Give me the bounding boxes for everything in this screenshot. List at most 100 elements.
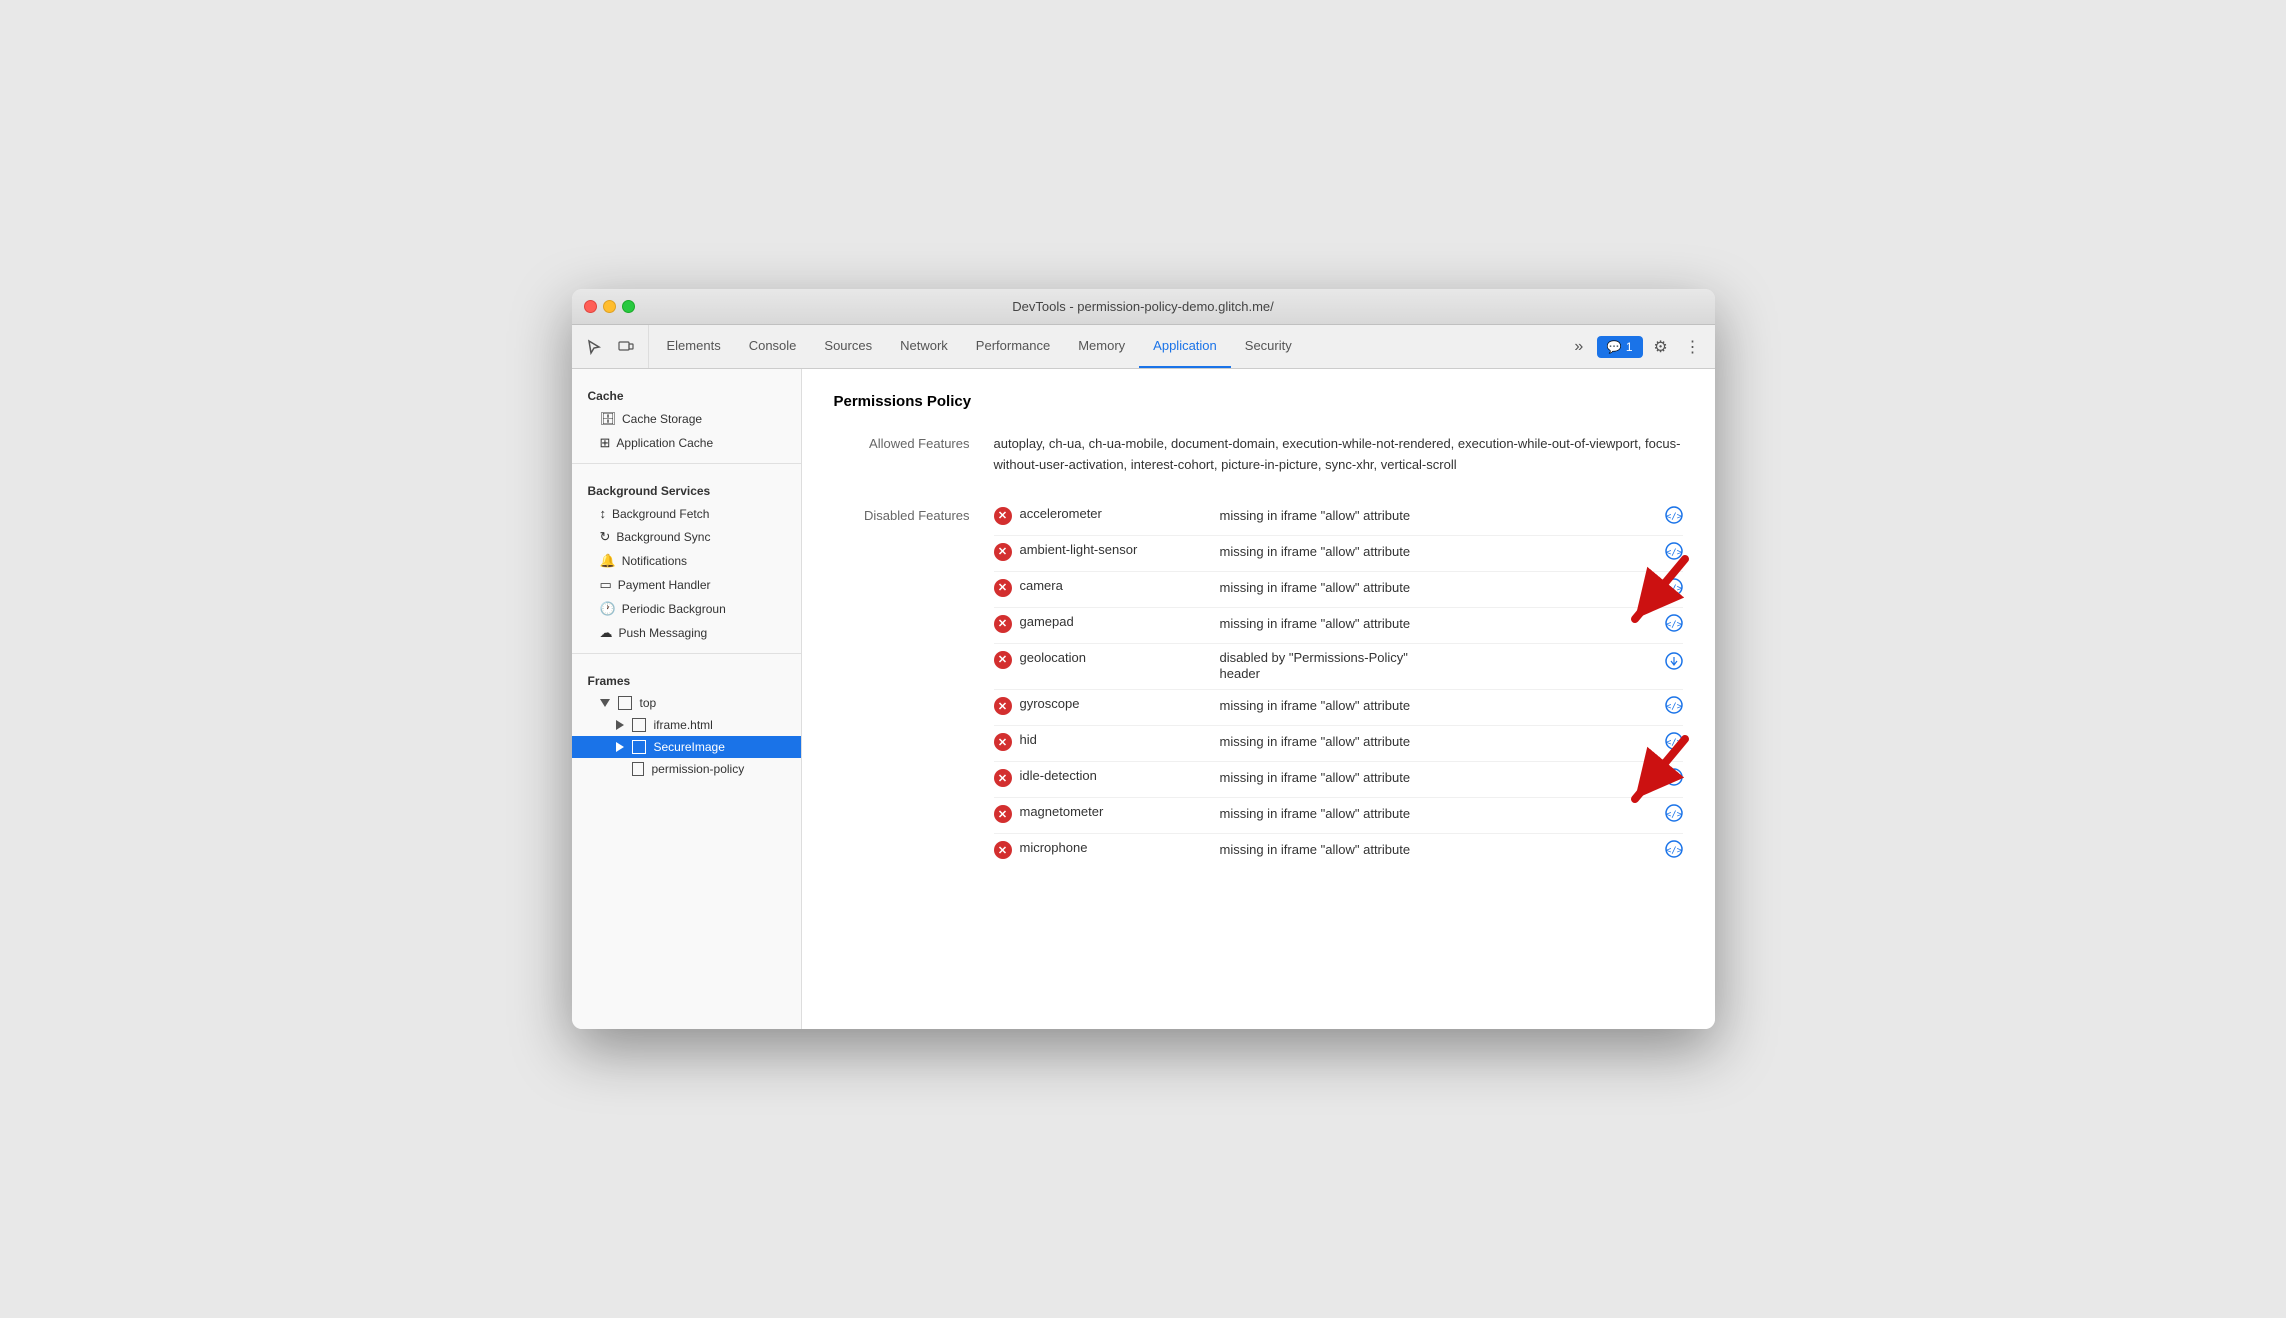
feature-reason: missing in iframe "allow" attribute	[1220, 696, 1653, 716]
view-source-icon[interactable]: </>	[1665, 614, 1683, 637]
feature-reason: missing in iframe "allow" attribute	[1220, 804, 1653, 824]
feedback-button[interactable]: 💬 1	[1597, 336, 1643, 358]
payment-icon: ▭	[600, 577, 612, 593]
view-source-icon[interactable]: </>	[1665, 542, 1683, 565]
devtools-window: DevTools - permission-policy-demo.glitch…	[572, 289, 1715, 1029]
feature-row-magnetometer: ✕ magnetometer missing in iframe "allow"…	[994, 798, 1683, 834]
device-toolbar-icon[interactable]	[612, 333, 640, 361]
error-icon: ✕	[994, 697, 1012, 715]
disabled-features-table: ✕ accelerometer missing in iframe "allow…	[994, 500, 1683, 870]
disabled-label: Disabled Features	[834, 500, 994, 523]
disabled-features-section: Disabled Features ✕ accelerometer missin…	[834, 500, 1683, 870]
feature-row-gamepad: ✕ gamepad missing in iframe "allow" attr…	[994, 608, 1683, 644]
feature-row-camera: ✕ camera missing in iframe "allow" attri…	[994, 572, 1683, 608]
sidebar-item-iframe-html[interactable]: iframe.html	[572, 714, 801, 736]
view-source-icon[interactable]	[1665, 652, 1683, 675]
view-source-icon[interactable]: </>	[1665, 506, 1683, 529]
error-icon: ✕	[994, 507, 1012, 525]
collapse-icon	[616, 742, 624, 752]
error-icon: ✕	[994, 733, 1012, 751]
feature-reason: missing in iframe "allow" attribute	[1220, 840, 1653, 860]
error-icon: ✕	[994, 841, 1012, 859]
sidebar-item-background-sync[interactable]: ↻ Background Sync	[572, 525, 801, 549]
header-right: » 💬 1 ⚙ ⋮	[1557, 325, 1707, 368]
view-source-icon[interactable]: </>	[1665, 696, 1683, 719]
feature-name: accelerometer	[1020, 506, 1220, 521]
devtools-header: Elements Console Sources Network Perform…	[572, 325, 1715, 369]
feature-name: microphone	[1020, 840, 1220, 855]
more-tabs-button[interactable]: »	[1565, 333, 1593, 361]
error-icon: ✕	[994, 543, 1012, 561]
sidebar-item-push-messaging[interactable]: ☁ Push Messaging	[572, 621, 801, 645]
divider-1	[572, 463, 801, 464]
more-options-button[interactable]: ⋮	[1679, 333, 1707, 361]
svg-text:</>: </>	[1665, 548, 1682, 558]
tab-console[interactable]: Console	[735, 325, 811, 368]
traffic-lights	[584, 300, 635, 313]
feature-row-idle-detection: ✕ idle-detection missing in iframe "allo…	[994, 762, 1683, 798]
collapse-icon	[616, 720, 624, 730]
title-bar: DevTools - permission-policy-demo.glitch…	[572, 289, 1715, 325]
feature-name: magnetometer	[1020, 804, 1220, 819]
sidebar-item-secure-image[interactable]: SecureImage	[572, 736, 801, 758]
svg-text:</>: </>	[1665, 846, 1682, 856]
frames-section-title: Frames	[572, 662, 801, 692]
database-icon: 🗄	[600, 411, 617, 427]
allowed-value: autoplay, ch-ua, ch-ua-mobile, document-…	[994, 434, 1683, 476]
error-icon: ✕	[994, 769, 1012, 787]
error-icon: ✕	[994, 615, 1012, 633]
feature-name: hid	[1020, 732, 1220, 747]
sidebar-item-notifications[interactable]: 🔔 Notifications	[572, 549, 801, 573]
error-icon: ✕	[994, 651, 1012, 669]
sidebar-item-top[interactable]: top	[572, 692, 801, 714]
feature-reason: missing in iframe "allow" attribute	[1220, 578, 1653, 598]
disabled-features-row: Disabled Features ✕ accelerometer missin…	[834, 500, 1683, 870]
bell-icon: 🔔	[600, 553, 616, 569]
sidebar-item-background-fetch[interactable]: ↕ Background Fetch	[572, 502, 801, 525]
sidebar-item-periodic-background[interactable]: 🕐 Periodic Backgroun	[572, 597, 801, 621]
allowed-label: Allowed Features	[834, 434, 994, 451]
tab-application[interactable]: Application	[1139, 325, 1231, 368]
maximize-button[interactable]	[622, 300, 635, 313]
feature-row-microphone: ✕ microphone missing in iframe "allow" a…	[994, 834, 1683, 869]
feature-row-accelerometer: ✕ accelerometer missing in iframe "allow…	[994, 500, 1683, 536]
svg-text:</>: </>	[1665, 620, 1682, 630]
tab-network[interactable]: Network	[886, 325, 962, 368]
view-source-icon[interactable]: </>	[1665, 840, 1683, 863]
sidebar-item-cache-storage[interactable]: 🗄 Cache Storage	[572, 407, 801, 431]
view-source-icon[interactable]: </>	[1665, 578, 1683, 601]
feature-reason: missing in iframe "allow" attribute	[1220, 542, 1653, 562]
minimize-button[interactable]	[603, 300, 616, 313]
svg-text:</>: </>	[1665, 584, 1682, 594]
doc-icon	[632, 762, 644, 776]
cursor-icon[interactable]	[580, 333, 608, 361]
clock-icon: 🕐	[600, 601, 616, 617]
feature-name: geolocation	[1020, 650, 1220, 665]
close-button[interactable]	[584, 300, 597, 313]
feature-name: idle-detection	[1020, 768, 1220, 783]
feature-reason: missing in iframe "allow" attribute	[1220, 768, 1653, 788]
tab-performance[interactable]: Performance	[962, 325, 1064, 368]
sidebar-item-application-cache[interactable]: ⊞ Application Cache	[572, 431, 801, 455]
view-source-icon[interactable]: </>	[1665, 804, 1683, 827]
svg-text:</>: </>	[1665, 702, 1682, 712]
header-icons	[580, 325, 649, 368]
tab-elements[interactable]: Elements	[653, 325, 735, 368]
feature-row-gyroscope: ✕ gyroscope missing in iframe "allow" at…	[994, 690, 1683, 726]
fetch-icon: ↕	[600, 506, 607, 521]
error-icon: ✕	[994, 805, 1012, 823]
settings-button[interactable]: ⚙	[1647, 333, 1675, 361]
devtools-body: Cache 🗄 Cache Storage ⊞ Application Cach…	[572, 369, 1715, 1029]
tab-security[interactable]: Security	[1231, 325, 1306, 368]
tab-memory[interactable]: Memory	[1064, 325, 1139, 368]
view-source-icon[interactable]: </>	[1665, 768, 1683, 791]
feature-name: gamepad	[1020, 614, 1220, 629]
sidebar-item-permission-policy[interactable]: permission-policy	[572, 758, 801, 780]
grid-icon: ⊞	[600, 435, 611, 451]
sidebar-item-payment-handler[interactable]: ▭ Payment Handler	[572, 573, 801, 597]
svg-text:</>: </>	[1665, 810, 1682, 820]
view-source-icon[interactable]: </>	[1665, 732, 1683, 755]
svg-text:</>: </>	[1665, 512, 1682, 522]
tab-sources[interactable]: Sources	[810, 325, 886, 368]
feature-name: camera	[1020, 578, 1220, 593]
